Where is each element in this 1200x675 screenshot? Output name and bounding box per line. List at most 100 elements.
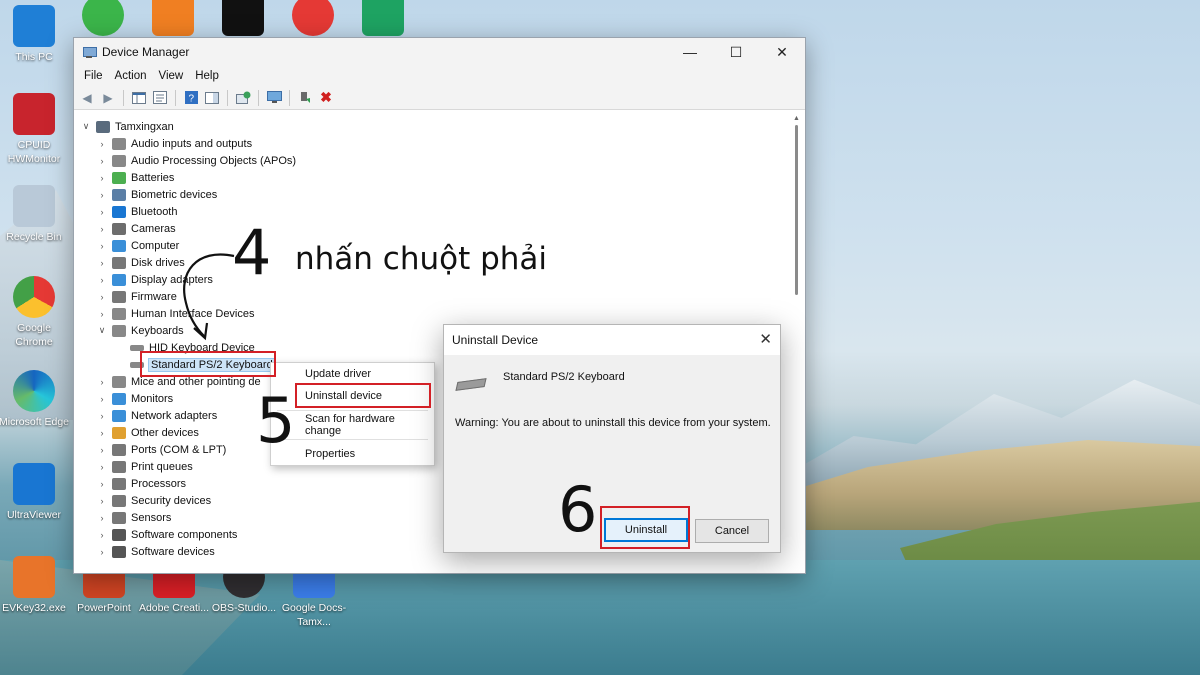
chevron-right-icon[interactable]: › [96,241,108,251]
tree-category-label: Computer [131,239,180,252]
keyboard-icon [455,378,487,391]
chevron-right-icon[interactable]: › [96,275,108,285]
chevron-right-icon[interactable]: › [96,547,108,557]
menu-help[interactable]: Help [189,70,225,82]
desktop-icon-evkey[interactable]: EVKey32.exe [0,556,70,615]
keyboard-icon [112,324,126,337]
chevron-right-icon[interactable]: › [96,428,108,438]
tree-category-label: Monitors [131,392,174,405]
desktop-icon-coccoc[interactable] [67,0,139,39]
step-5-number: 5 [256,384,296,457]
chevron-right-icon[interactable]: › [96,479,108,489]
chevron-right-icon[interactable]: › [96,173,108,183]
desktop-icon-capcut[interactable] [207,0,279,39]
computer-icon [112,239,126,252]
desktop-icon-recycle-bin[interactable]: Recycle Bin [0,185,70,244]
tree-category-label: Network adapters [131,409,218,422]
chevron-right-icon[interactable]: › [96,292,108,302]
menu-item-update-driver[interactable]: Update driver [271,363,434,385]
speaker-icon [112,154,126,167]
tree-category[interactable]: › Bluetooth [80,203,790,220]
desktop-icon-cpuid[interactable]: CPUID HWMonitor [0,93,70,166]
maximize-button[interactable]: ☐ [713,38,759,66]
chevron-right-icon[interactable]: › [96,309,108,319]
back-arrow-icon[interactable]: ◀ [78,89,96,107]
chevron-right-icon[interactable]: › [96,496,108,506]
camera-icon [112,222,126,235]
dialog-close-button[interactable]: ✕ [759,330,772,348]
chevron-right-icon[interactable]: › [96,513,108,523]
tree-category[interactable]: › Batteries [80,169,790,186]
vertical-scrollbar[interactable]: ▲ [793,115,801,317]
title-bar[interactable]: Device Manager — ☐ ✕ [74,38,805,66]
tree-category-label: Software devices [131,545,215,558]
tree-root[interactable]: ∨ Tamxingxan [80,118,790,135]
tree-category-label: Print queues [131,460,193,473]
tree-category[interactable]: › Audio inputs and outputs [80,135,790,152]
device-manager-icon [82,45,97,59]
cancel-button[interactable]: Cancel [695,519,769,543]
network-icon [112,409,126,422]
desktop-icon-monitor[interactable]: This PC [0,5,70,64]
chevron-right-icon[interactable]: › [96,530,108,540]
desktop-icon-edge[interactable]: Microsoft Edge [0,370,70,429]
menu-action[interactable]: Action [109,70,153,82]
uninstall-device-icon[interactable]: ✖ [317,89,335,107]
dialog-device-name: Standard PS/2 Keyboard [503,371,625,383]
minimize-button[interactable]: — [667,38,713,66]
monitor-icon [13,5,55,47]
chevron-right-icon[interactable]: › [96,445,108,455]
chevron-right-icon[interactable]: › [96,394,108,404]
ultraviewer-icon [13,463,55,505]
help-icon[interactable]: ? [182,89,200,107]
tree-category-label: Biometric devices [131,188,218,201]
close-button[interactable]: ✕ [759,38,805,66]
chrome-icon [13,276,55,318]
scan-hardware-icon[interactable] [234,89,252,107]
chevron-right-icon[interactable]: › [96,156,108,166]
chevron-down-icon[interactable]: ∨ [96,325,108,336]
chevron-right-icon[interactable]: › [96,190,108,200]
desktop-icon-google-sheets[interactable] [347,0,419,39]
chevron-right-icon[interactable]: › [96,462,108,472]
chevron-right-icon[interactable]: › [96,139,108,149]
chevron-right-icon[interactable]: › [96,377,108,387]
desktop-icon-label: Adobe Creati... [138,602,210,614]
chevron-down-icon[interactable]: ∨ [80,121,92,132]
scroll-up-icon[interactable]: ▲ [793,115,800,122]
desktop-icon-foxit[interactable] [137,0,209,39]
desktop-icon-chrome[interactable]: Google Chrome [0,276,70,349]
desktop-icon-ultraviewer[interactable]: UltraViewer [0,463,70,522]
chrome-canary-icon [292,0,334,36]
desktop-icon-chrome-canary[interactable] [277,0,349,39]
desktop-icon-label: This PC [15,51,53,63]
scrollbar-thumb[interactable] [795,125,798,295]
chevron-right-icon[interactable]: › [96,207,108,217]
software-icon [112,545,126,558]
tree-category[interactable]: › Audio Processing Objects (APOs) [80,152,790,169]
menu-bar: File Action View Help [74,66,805,86]
menu-view[interactable]: View [153,70,190,82]
chevron-right-icon[interactable]: › [96,411,108,421]
toolbar-separator [258,89,259,106]
tree-category-label: Audio Processing Objects (APOs) [131,154,297,167]
speaker-icon [112,137,126,150]
properties-sheet-icon[interactable] [151,89,169,107]
highlight-uninstall-device [295,383,431,408]
tree-category-label: Other devices [131,426,199,439]
tree-category-label: Security devices [131,494,212,507]
highlight-uninstall-button [600,506,690,549]
tree-category[interactable]: › Biometric devices [80,186,790,203]
chevron-right-icon[interactable]: › [96,224,108,234]
display-device-icon[interactable] [265,89,283,107]
update-driver-icon[interactable] [296,89,314,107]
action-pane-icon[interactable] [203,89,221,107]
desktop-icon-label: Google Docs-Tamx... [281,602,347,628]
forward-arrow-icon[interactable]: ▶ [99,89,117,107]
tree-category[interactable]: › Cameras [80,220,790,237]
show-hide-console-tree-icon[interactable] [130,89,148,107]
menu-file[interactable]: File [78,70,109,82]
chevron-right-icon[interactable]: › [96,258,108,268]
google-sheets-icon [362,0,404,36]
tree-category-label: Batteries [131,171,175,184]
